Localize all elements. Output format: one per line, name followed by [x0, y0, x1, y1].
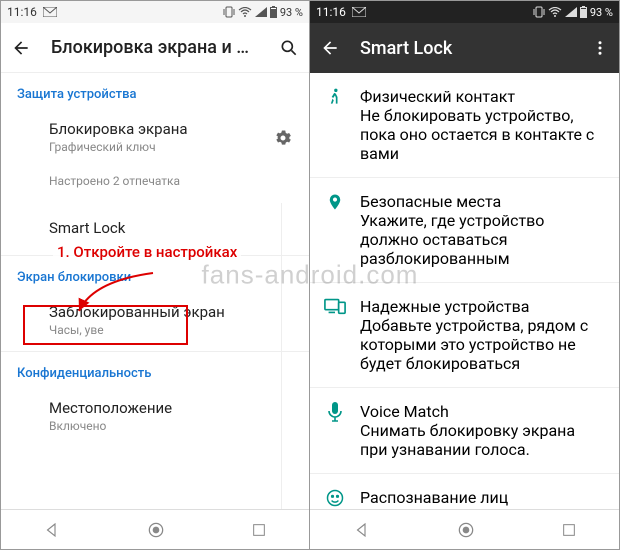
nav-back-icon[interactable]	[43, 521, 61, 539]
back-icon[interactable]	[11, 38, 31, 58]
item-title: Надежные устройства	[360, 297, 597, 316]
item-body-detection[interactable]: Физический контакт Не блокировать устрой…	[310, 73, 619, 177]
battery-percent: 93 %	[280, 6, 303, 19]
battery-icon	[270, 6, 277, 18]
item-title: Блокировка экрана	[49, 120, 273, 138]
item-subtitle: Добавьте устройства, рядом с которыми эт…	[360, 316, 597, 373]
search-icon[interactable]	[279, 38, 299, 58]
item-location[interactable]: Местоположение Включено	[1, 387, 309, 447]
item-subtitle: Графический ключ	[49, 140, 273, 156]
item-title: Физический контакт	[360, 87, 597, 106]
gear-icon[interactable]	[273, 128, 293, 148]
vibrate-icon	[223, 6, 235, 18]
gmail-icon	[43, 7, 57, 17]
signal-icon	[565, 7, 577, 17]
item-subtitle: Включено	[49, 419, 293, 435]
place-icon	[326, 192, 344, 212]
nav-bar	[310, 509, 619, 549]
annotation-highlight-box	[23, 305, 188, 345]
face-icon	[325, 488, 345, 508]
overflow-icon[interactable]	[591, 39, 609, 57]
nav-back-icon[interactable]	[353, 521, 371, 539]
status-time: 11:16	[316, 5, 346, 19]
nav-home-icon[interactable]	[456, 520, 476, 540]
item-trusted-places[interactable]: Безопасные места Укажите, где устройство…	[310, 178, 619, 282]
app-bar: Smart Lock	[310, 23, 619, 73]
smartlock-list: Физический контакт Не блокировать устрой…	[310, 73, 619, 509]
item-title: Местоположение	[49, 399, 293, 417]
status-bar: 11:16 93 %	[1, 1, 309, 23]
item-title: Smart Lock	[49, 219, 293, 237]
item-fingerprint[interactable]: Настроено 2 отпечатка	[1, 168, 309, 202]
nav-bar	[1, 509, 309, 549]
battery-icon	[580, 6, 587, 18]
page-title: Блокировка экрана и б…	[51, 37, 259, 58]
wifi-icon	[238, 7, 252, 17]
settings-list: Защита устройства Блокировка экрана Граф…	[1, 73, 309, 509]
item-trusted-devices[interactable]: Надежные устройства Добавьте устройства,…	[310, 283, 619, 387]
phone-screenshot-left: 11:16 93 % Блокировка экрана и б… Защита…	[1, 1, 310, 549]
item-title: Voice Match	[360, 402, 597, 421]
vibrate-icon	[533, 6, 545, 18]
section-header: Защита устройства	[1, 73, 309, 108]
item-face-unlock[interactable]: Распознавание лиц Снимать блокировку экр…	[310, 474, 619, 509]
gmail-icon	[352, 7, 366, 17]
nav-recent-icon[interactable]	[561, 522, 577, 538]
item-subtitle: Не блокировать устройство, пока оно оста…	[360, 106, 597, 163]
item-subtitle: Укажите, где устройство должно оставатьс…	[360, 211, 597, 268]
nav-recent-icon[interactable]	[251, 522, 267, 538]
status-time: 11:16	[7, 5, 37, 19]
item-title: Безопасные места	[360, 192, 597, 211]
item-subtitle: Снимать блокировку экрана при узнавании …	[360, 507, 597, 509]
item-subtitle: Снимать блокировку экрана при узнавании …	[360, 421, 597, 459]
wifi-icon	[548, 7, 562, 17]
phone-screenshot-right: 11:16 93 % Smart Lock Физический контакт	[310, 1, 619, 549]
section-header: Конфиденциальность	[1, 352, 309, 387]
mic-icon	[328, 402, 342, 422]
item-title: Распознавание лиц	[360, 488, 597, 507]
item-voice-match[interactable]: Voice Match Снимать блокировку экрана пр…	[310, 388, 619, 473]
status-bar: 11:16 93 %	[310, 1, 619, 23]
walk-icon	[325, 87, 345, 107]
app-bar: Блокировка экрана и б…	[1, 23, 309, 73]
item-screen-lock[interactable]: Блокировка экрана Графический ключ	[1, 108, 309, 168]
page-title: Smart Lock	[360, 38, 571, 59]
battery-percent: 93 %	[590, 6, 613, 19]
signal-icon	[255, 7, 267, 17]
annotation-callout-1: 1. Откройте в настройках	[53, 243, 241, 261]
item-subtitle: Настроено 2 отпечатка	[49, 174, 293, 190]
devices-icon	[324, 297, 346, 315]
nav-home-icon[interactable]	[146, 520, 166, 540]
back-icon[interactable]	[320, 38, 340, 58]
